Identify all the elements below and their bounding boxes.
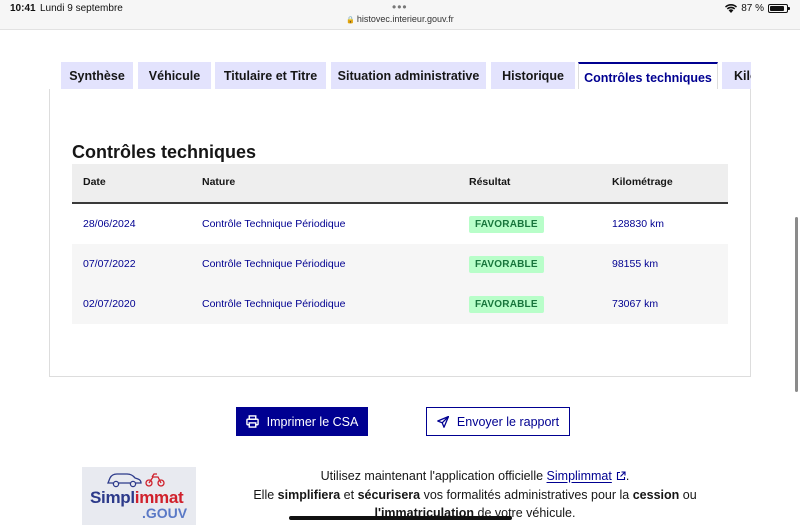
page-scrollbar[interactable]	[795, 217, 798, 392]
external-link-icon	[616, 468, 626, 486]
printer-icon	[245, 415, 259, 428]
browser-menu-dots-icon[interactable]: •••	[392, 0, 408, 14]
status-date: Lundi 9 septembre	[40, 3, 123, 14]
print-csa-button[interactable]: Imprimer le CSA	[236, 407, 368, 436]
header-resultat: Résultat	[469, 176, 511, 188]
battery-level	[770, 6, 784, 11]
result-badge: FAVORABLE	[469, 295, 544, 313]
tab-titulaire-titre[interactable]: Titulaire et Titre	[215, 62, 326, 90]
result-badge: FAVORABLE	[469, 255, 544, 273]
send-report-label: Envoyer le rapport	[456, 414, 560, 429]
tab-bar: Synthèse Véhicule Titulaire et Titre Sit…	[61, 62, 751, 90]
result-badge: FAVORABLE	[469, 215, 544, 233]
row-nature: Contrôle Technique Périodique	[202, 218, 346, 230]
status-indicators: 87 %	[725, 3, 790, 14]
table-row: 02/07/2020 Contrôle Technique Périodique…	[72, 284, 728, 324]
print-csa-label: Imprimer le CSA	[266, 414, 359, 429]
tab-controles-techniques[interactable]: Contrôles techniques	[578, 62, 718, 90]
status-time: 10:41	[10, 3, 36, 14]
simplimmat-link[interactable]: Simplimmat	[547, 469, 612, 483]
promo-line-1: Utilisez maintenant l'application offici…	[222, 467, 728, 486]
row-km: 73067 km	[612, 298, 659, 310]
row-result: FAVORABLE	[469, 284, 544, 324]
promo-text: vos formalités administratives pour la	[420, 488, 633, 502]
logo-gouv: .GOUV	[142, 505, 188, 521]
promo-text: .	[625, 469, 630, 483]
address-url: histovec.interieur.gouv.fr	[356, 14, 454, 24]
promo-emphasis: sécurisera	[357, 488, 421, 502]
wifi-icon	[725, 4, 738, 13]
tab-kilometrage[interactable]: Kilo	[722, 62, 751, 90]
promo-text: et	[340, 488, 358, 502]
lock-icon: 🔒	[346, 17, 355, 24]
row-nature: Contrôle Technique Périodique	[202, 298, 346, 310]
simplimmat-promo-text: Utilisez maintenant l'application offici…	[222, 467, 728, 522]
promo-text: Elle	[253, 488, 278, 502]
table-header: Date Nature Résultat Kilométrage	[72, 164, 728, 204]
row-result: FAVORABLE	[469, 204, 544, 244]
battery-icon	[768, 4, 790, 13]
send-icon	[437, 415, 449, 428]
battery-percent: 87 %	[741, 3, 764, 14]
tab-historique[interactable]: Historique	[491, 62, 575, 90]
promo-text: ou	[679, 488, 697, 502]
row-result: FAVORABLE	[469, 244, 544, 284]
row-date: 02/07/2020	[83, 298, 136, 310]
table-row: 07/07/2022 Contrôle Technique Périodique…	[72, 244, 728, 284]
table-row: 28/06/2024 Contrôle Technique Périodique…	[72, 204, 728, 244]
row-date: 07/07/2022	[83, 258, 136, 270]
logo-wordmark-main: Simpl	[90, 488, 135, 507]
promo-text: Utilisez maintenant l'application offici…	[320, 469, 547, 483]
home-indicator[interactable]	[289, 516, 512, 520]
promo-emphasis: cession	[632, 488, 680, 502]
header-date: Date	[83, 176, 106, 188]
controles-table: Date Nature Résultat Kilométrage 28/06/2…	[72, 164, 728, 324]
header-kilometrage: Kilométrage	[612, 176, 673, 188]
header-nature: Nature	[202, 176, 236, 188]
section-title: Contrôles techniques	[72, 142, 257, 162]
row-nature: Contrôle Technique Périodique	[202, 258, 346, 270]
promo-line-2: Elle simplifiera et sécurisera vos forma…	[222, 486, 728, 504]
row-km: 128830 km	[612, 218, 664, 230]
simplimmat-logo[interactable]: Simplimmat .GOUV	[82, 467, 196, 525]
row-km: 98155 km	[612, 258, 659, 270]
send-report-button[interactable]: Envoyer le rapport	[426, 407, 570, 436]
address-bar[interactable]: 🔒 histovec.interieur.gouv.fr	[340, 14, 460, 24]
tab-vehicule[interactable]: Véhicule	[138, 62, 211, 90]
row-date: 28/06/2024	[83, 218, 136, 230]
tab-synthese[interactable]: Synthèse	[61, 62, 133, 90]
tab-situation-administrative[interactable]: Situation administrative	[331, 62, 486, 90]
promo-emphasis: simplifiera	[277, 488, 341, 502]
status-bar: 10:41 Lundi 9 septembre ••• 🔒 histovec.in…	[0, 0, 800, 30]
